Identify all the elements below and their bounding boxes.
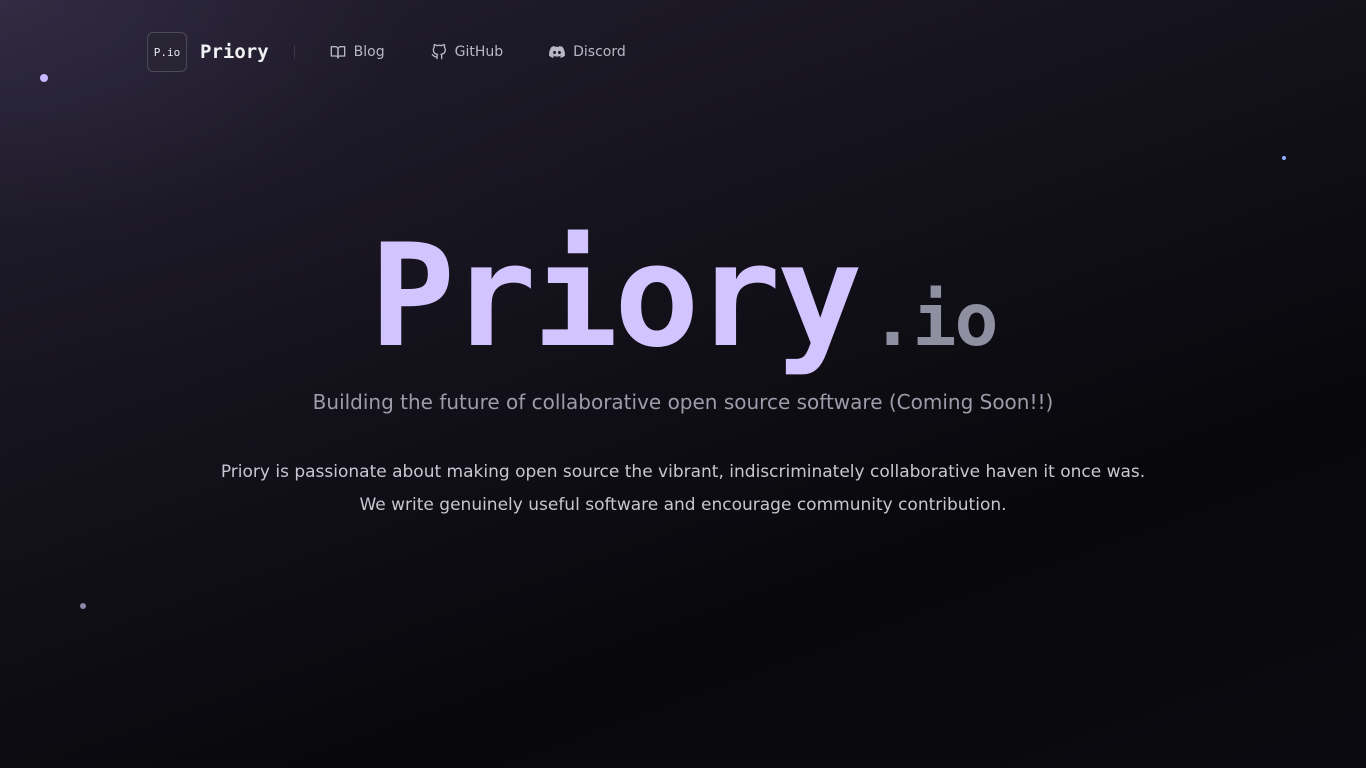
nav-links: Blog GitHub Discord (330, 44, 626, 60)
book-icon (330, 44, 346, 60)
nav-link-github[interactable]: GitHub (431, 44, 504, 60)
description-line: We write genuinely useful software and e… (359, 495, 1007, 515)
hero-description: Priory is passionate about making open s… (0, 456, 1366, 522)
nav-link-label: Blog (353, 44, 385, 60)
hero-title-main: Priory (369, 214, 863, 379)
logo-text: P.io (153, 45, 181, 59)
decorative-dot (1282, 156, 1286, 160)
nav-link-label: GitHub (454, 44, 504, 60)
top-navigation: P.io Priory Blog GitHub Discord (147, 32, 626, 72)
decorative-dot (40, 74, 48, 82)
nav-link-blog[interactable]: Blog (330, 44, 385, 60)
discord-icon (549, 44, 566, 60)
github-icon (431, 44, 447, 60)
logo[interactable]: P.io (147, 32, 187, 72)
nav-link-discord[interactable]: Discord (549, 44, 626, 60)
description-line: Priory is passionate about making open s… (220, 462, 1146, 482)
nav-link-label: Discord (573, 44, 626, 60)
hero-title-suffix: .io (870, 278, 999, 363)
brand-name[interactable]: Priory (200, 41, 269, 63)
decorative-dot (80, 603, 86, 609)
nav-divider (293, 45, 295, 59)
hero-title: Priory .io (0, 226, 1366, 368)
hero-tagline: Building the future of collaborative ope… (312, 390, 1054, 414)
